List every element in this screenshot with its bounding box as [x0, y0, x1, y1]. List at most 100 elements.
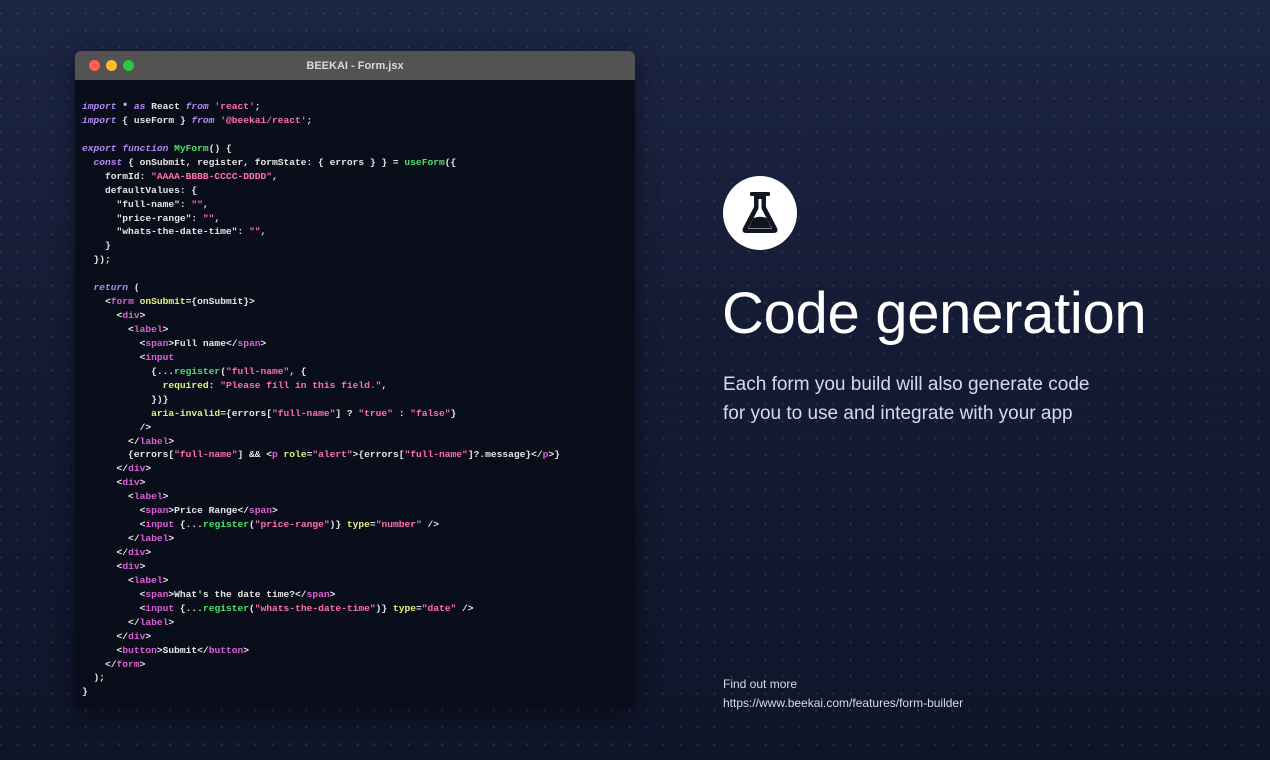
code-token: label [139, 533, 169, 545]
code-line: </label> [82, 532, 635, 546]
code-token: /> [456, 602, 474, 614]
code-line: } [82, 685, 635, 699]
code-line: "price-range": "", [82, 212, 635, 226]
code-token: > [162, 324, 169, 335]
code-token: , [272, 170, 278, 182]
code-line: defaultValues: { [82, 184, 635, 198]
code-token: from [191, 114, 215, 126]
code-token: < [82, 296, 111, 308]
find-out-more-link[interactable]: https://www.beekai.com/features/form-bui… [723, 694, 963, 713]
code-token: , [202, 198, 209, 210]
code-token: label [139, 435, 169, 447]
code-token: > [162, 491, 169, 503]
feature-description-line-2: for you to use and integrate with your a… [723, 403, 1073, 424]
code-token: : [208, 379, 221, 391]
code-token: "number" [375, 519, 422, 531]
code-token: </ [82, 533, 140, 545]
code-token: "full-name" [404, 449, 468, 461]
code-token: < [82, 560, 123, 572]
flask-icon [723, 176, 797, 250]
code-token: </ [82, 435, 140, 447]
code-token: > [139, 560, 146, 572]
minimize-window-button[interactable] [106, 60, 117, 71]
code-line: </div> [82, 630, 635, 644]
code-token: : [392, 407, 411, 419]
code-token: "full-name" [174, 449, 238, 461]
code-token: , [214, 212, 221, 224]
code-token: >} [548, 449, 560, 461]
feature-title: Code generation [722, 281, 1147, 346]
code-token: >What's the date time?</ [168, 588, 307, 600]
code-token: < [82, 491, 134, 503]
code-token: )} [329, 519, 347, 531]
code-token: * [116, 101, 134, 112]
code-line: </form> [82, 658, 635, 672]
code-token: { onSubmit, register, formState: { error… [122, 156, 405, 168]
code-token: })} [82, 393, 169, 405]
code-token: > [329, 588, 336, 600]
code-token: register [202, 602, 249, 614]
code-token: div [122, 477, 140, 489]
code-token: label [139, 616, 169, 628]
feature-description-line-1: Each form you build will also generate c… [723, 374, 1090, 395]
code-token: register [202, 519, 249, 531]
code-token: span [145, 588, 169, 600]
feature-description: Each form you build will also generate c… [723, 370, 1143, 428]
code-line: aria-invalid={errors["full-name"] ? "tru… [82, 407, 635, 421]
flask-icon-graphic [742, 192, 778, 233]
close-window-button[interactable] [89, 60, 100, 71]
code-token: < [82, 574, 134, 586]
code-line: <div> [82, 309, 635, 323]
find-out-more-label: Find out more [723, 677, 798, 691]
code-line: "whats-the-date-time": "", [82, 225, 635, 239]
code-token: form [116, 658, 140, 670]
code-token: button [122, 644, 157, 656]
code-token: 'react' [214, 101, 255, 112]
code-token: , [381, 379, 388, 391]
code-token: button [208, 644, 244, 656]
code-token: label [133, 491, 163, 503]
code-line: return ( [82, 281, 635, 295]
code-window: BEEKAI - Form.jsx import * as React from… [75, 51, 635, 708]
code-line: export function MyForm() { [82, 142, 635, 156]
code-token: {... [82, 365, 175, 377]
code-token: } [82, 240, 111, 252]
code-token: "" [191, 198, 203, 210]
code-line: <input [82, 351, 635, 365]
code-token: "false" [410, 407, 451, 419]
code-line: /> [82, 421, 635, 435]
code-token: label [133, 324, 163, 335]
code-token: aria-invalid [151, 407, 221, 419]
code-token: ] ? [335, 407, 359, 419]
code-line: required: "Please fill in this field.", [82, 379, 635, 393]
code-token: export [82, 142, 117, 154]
find-out-more: Find out more https://www.beekai.com/fea… [723, 675, 963, 713]
code-token: "" [248, 226, 261, 238]
code-token: "whats-the-date-time" [254, 602, 376, 614]
window-title: BEEKAI - Form.jsx [306, 59, 404, 72]
code-token: "whats-the-date-time": [82, 226, 249, 238]
code-token: function [122, 142, 169, 154]
code-block: import * as React from 'react'; import { … [75, 80, 635, 699]
code-token: role [283, 449, 307, 461]
code-token: div [128, 463, 146, 475]
code-token: </ [82, 658, 117, 670]
code-token: > [162, 574, 169, 586]
code-line: const { onSubmit, register, formState: {… [82, 156, 635, 170]
code-token: "date" [421, 602, 457, 614]
code-token: {... [174, 519, 203, 531]
maximize-window-button[interactable] [123, 60, 134, 71]
code-token: span [237, 337, 261, 349]
code-token: </ [82, 547, 129, 558]
code-token: "price-range" [254, 519, 330, 531]
code-token: , [260, 226, 267, 238]
code-token: < [82, 324, 134, 335]
code-line: } [82, 239, 635, 253]
code-token: /> [421, 519, 440, 531]
code-token: >Submit</ [156, 644, 209, 656]
code-token: import [82, 114, 117, 126]
code-line: <div> [82, 560, 635, 574]
